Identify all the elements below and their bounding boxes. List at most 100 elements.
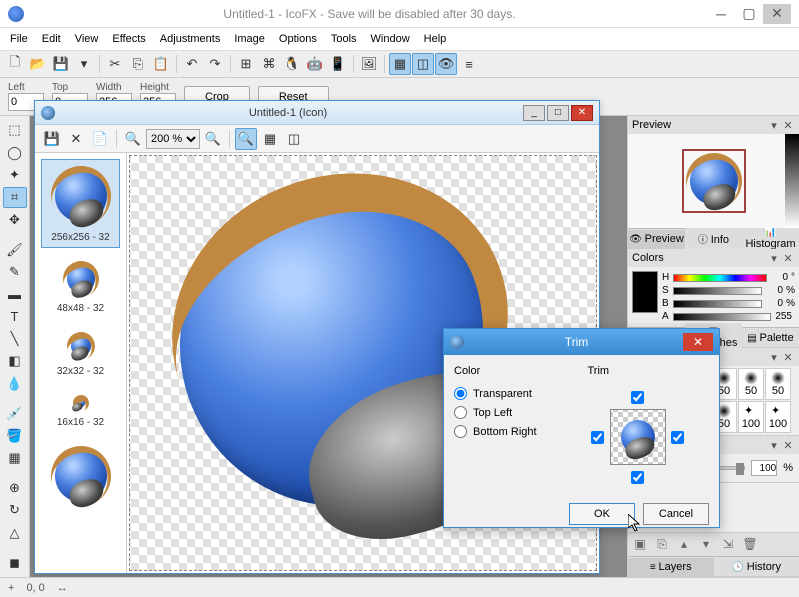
new-icon[interactable]: 🗋 [4,53,26,75]
minimize-button[interactable]: ─ [707,4,735,24]
panel-close-icon[interactable]: ✕ [781,351,795,364]
layers-icon[interactable]: ≡ [458,53,480,75]
brush-item[interactable]: 50 [738,368,764,400]
gradient-tool-icon[interactable]: ▦ [3,448,27,468]
panel-menu-icon[interactable]: ▾ [767,119,781,132]
panel-menu-icon[interactable]: ▾ [767,252,781,265]
zoom-select[interactable]: 200 % [146,129,200,149]
ios-icon[interactable]: 📱 [327,53,349,75]
trim-top-checkbox[interactable] [631,391,644,404]
menu-options[interactable]: Options [273,31,323,47]
line-tool-icon[interactable]: ╲ [3,329,27,349]
menu-adjustments[interactable]: Adjustments [154,31,227,47]
tab-palette[interactable]: ▤ Palette [742,329,799,347]
brush-item[interactable]: ✦100 [738,401,764,433]
menu-window[interactable]: Window [365,31,416,47]
paste-icon[interactable]: 📋 [150,53,172,75]
clone-tool-icon[interactable]: ⊕ [3,478,27,498]
radio-bottomright[interactable]: Bottom Right [454,425,576,438]
crop-tool-icon[interactable]: ⌗ [3,187,27,208]
thumb-16[interactable]: 16x16 - 32 [41,388,120,433]
menu-effects[interactable]: Effects [106,31,151,47]
windows-icon[interactable]: ⊞ [235,53,257,75]
hue-slider[interactable] [673,274,767,282]
thumb-32[interactable]: 32x32 - 32 [41,325,120,382]
grid-icon[interactable]: ▦ [389,53,411,75]
doc-grid-icon[interactable]: ▦ [259,128,281,150]
tab-layers[interactable]: ≡ Layers [628,558,714,576]
menu-image[interactable]: Image [228,31,271,47]
cancel-button[interactable]: Cancel [643,503,709,525]
thumb-48[interactable]: 48x48 - 32 [41,254,120,319]
apple-icon[interactable]: ⌘ [258,53,280,75]
menu-help[interactable]: Help [418,31,453,47]
dialog-close-button[interactable]: ✕ [683,333,713,351]
marquee-tool-icon[interactable]: ⬚ [3,120,27,140]
fill-tool-icon[interactable]: 🪣 [3,426,27,446]
undo-icon[interactable]: ↶ [181,53,203,75]
cut-icon[interactable]: ✂ [104,53,126,75]
text-tool-icon[interactable]: T [3,306,27,326]
layer-duplicate-icon[interactable]: ⎘ [654,537,670,553]
tab-info[interactable]: ⓘ Info [685,228,742,249]
print-icon[interactable]: ▾ [73,53,95,75]
document-titlebar[interactable]: Untitled-1 (Icon) _ □ ✕ [35,101,599,125]
alpha-slider[interactable] [673,313,771,321]
tab-history[interactable]: 🕓 History [714,558,799,576]
maximize-button[interactable]: ▢ [735,4,763,24]
menu-file[interactable]: File [4,31,34,47]
menu-tools[interactable]: Tools [325,31,363,47]
move-tool-icon[interactable]: ✥ [3,210,27,230]
size-list[interactable]: 256x256 - 32 48x48 - 32 32x32 - 32 16x16… [35,153,127,573]
close-button[interactable]: ✕ [763,4,791,24]
ok-button[interactable]: OK [569,503,635,525]
doc-preview-icon[interactable]: 🔍 [235,128,257,150]
color-swatch-icon[interactable]: ◼ [3,553,27,573]
layer-merge-icon[interactable]: ⇲ [720,537,736,553]
doc-close-button[interactable]: ✕ [571,105,593,121]
menu-edit[interactable]: Edit [36,31,67,47]
panel-close-icon[interactable]: ✕ [781,252,795,265]
bri-slider[interactable] [673,300,762,308]
pencil-tool-icon[interactable]: ✎ [3,262,27,282]
panel-close-icon[interactable]: ✕ [781,119,795,132]
android-icon[interactable]: 🤖 [304,53,326,75]
sat-slider[interactable] [673,287,762,295]
trim-bottom-checkbox[interactable] [631,471,644,484]
doc-save-icon[interactable]: 💾 [41,128,63,150]
brush-item[interactable]: 50 [765,368,791,400]
open-icon[interactable]: 📂 [27,53,49,75]
image-icon[interactable]: 🖼 [358,53,380,75]
eyedropper-tool-icon[interactable]: 💉 [3,403,27,423]
linux-icon[interactable]: 🐧 [281,53,303,75]
save-icon[interactable]: 💾 [50,53,72,75]
layer-down-icon[interactable]: ▾ [698,537,714,553]
transparency-icon[interactable]: ◫ [412,53,434,75]
layer-delete-icon[interactable]: 🗑 [742,537,758,553]
preview-toggle-icon[interactable]: 👁 [435,53,457,75]
wand-tool-icon[interactable]: ✦ [3,165,27,185]
doc-maximize-button[interactable]: □ [547,105,569,121]
opacity-input[interactable] [751,460,777,476]
rect-tool-icon[interactable]: ▬ [3,284,27,304]
smudge-tool-icon[interactable]: 💧 [3,373,27,393]
layer-up-icon[interactable]: ▴ [676,537,692,553]
foreground-color[interactable] [632,271,658,313]
tab-preview[interactable]: 👁 Preview [628,230,685,248]
radio-topleft[interactable]: Top Left [454,406,576,419]
brush-item[interactable]: ✦100 [765,401,791,433]
sharpen-tool-icon[interactable]: △ [3,523,27,543]
copy-icon[interactable]: ⎘ [127,53,149,75]
doc-delete-icon[interactable]: ✕ [65,128,87,150]
zoom-out-icon[interactable]: 🔍 [122,128,144,150]
menu-view[interactable]: View [69,31,105,47]
doc-minimize-button[interactable]: _ [523,105,545,121]
redo-icon[interactable]: ↷ [204,53,226,75]
doc-export-icon[interactable]: 📄 [89,128,111,150]
doc-transparency-icon[interactable]: ◫ [283,128,305,150]
trim-left-checkbox[interactable] [591,431,604,444]
thumb-256[interactable]: 256x256 - 32 [41,159,120,248]
dialog-titlebar[interactable]: Trim ✕ [444,329,719,355]
radio-transparent[interactable]: Transparent [454,387,576,400]
thumb-extra[interactable] [41,439,120,517]
